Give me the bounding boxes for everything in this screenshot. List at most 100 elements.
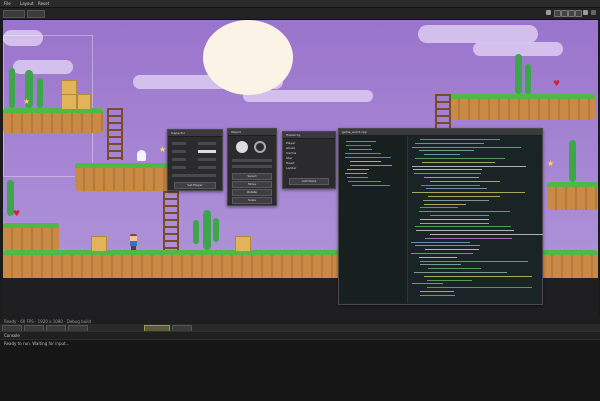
bottom-panel: Ready · 60 FPS · 1920 x 1080 · Debug bui… (0, 315, 600, 401)
crate (77, 94, 91, 110)
code-line (419, 256, 457, 258)
code-line (420, 264, 461, 266)
settings-icon[interactable] (583, 10, 588, 15)
brush-icon[interactable] (236, 141, 248, 153)
circle-icon[interactable] (254, 141, 266, 153)
code-line (415, 245, 480, 247)
code-line (420, 222, 489, 224)
star-icon: ★ (23, 97, 31, 106)
cactus (569, 140, 576, 182)
camera-icon[interactable] (575, 10, 582, 17)
menu-reset[interactable]: Reset (38, 0, 49, 7)
platform[interactable] (3, 223, 59, 251)
toolbar-field-2[interactable] (27, 10, 45, 18)
code-line (412, 192, 525, 194)
moon (203, 20, 293, 95)
code-line (349, 149, 372, 150)
code-line (419, 150, 474, 152)
code-line (412, 146, 521, 148)
code-line (424, 275, 532, 277)
hierarchy-item-ladder[interactable]: Ladder (286, 166, 296, 171)
console-area[interactable]: Console Ready to run. Waiting for input.… (0, 331, 600, 401)
code-line (424, 203, 466, 205)
play-icon[interactable] (546, 10, 551, 15)
platform[interactable] (450, 94, 595, 120)
code-line (347, 169, 369, 170)
code-line (428, 196, 500, 197)
code-line (424, 154, 460, 156)
code-line (422, 161, 495, 163)
hierarchy-panel[interactable]: Hierarchy Player Ghost Cactus Star Heart… (282, 131, 336, 189)
toolbar (0, 8, 600, 20)
code-line (420, 260, 528, 262)
code-line (420, 218, 489, 220)
select-button[interactable]: Select (232, 173, 272, 180)
star-icon: ★ (547, 159, 555, 168)
toolbar-field-1[interactable] (3, 10, 25, 18)
move-button[interactable]: Move (232, 181, 272, 188)
menu-file[interactable]: File (4, 0, 11, 7)
cactus (515, 54, 522, 94)
code-line (425, 249, 479, 251)
code-line (412, 283, 443, 285)
code-line (350, 165, 392, 166)
rotate-button[interactable]: Rotate (232, 189, 272, 196)
object-panel[interactable]: Object Select Move Rotate Scale (227, 128, 277, 206)
code-line (430, 234, 543, 235)
scale-button[interactable]: Scale (232, 197, 272, 204)
set-player-button[interactable]: Set Player (174, 182, 216, 189)
console-title: Console (0, 332, 600, 340)
code-line (415, 226, 511, 228)
cactus (203, 210, 211, 250)
cactus (9, 68, 15, 108)
code-line (426, 188, 487, 190)
ladder (107, 108, 123, 160)
add-node-button[interactable]: Add Node (289, 178, 329, 185)
cactus (193, 220, 199, 244)
code-line (411, 253, 473, 254)
platform[interactable] (75, 163, 170, 191)
close-icon[interactable] (591, 10, 596, 15)
crate (91, 236, 107, 252)
code-line (425, 237, 512, 239)
code-line (427, 287, 532, 289)
inspector-panel[interactable]: Inspector Set Player (167, 129, 223, 191)
bottom-tabs (0, 324, 600, 332)
code-line (430, 215, 489, 216)
ladder (163, 191, 179, 251)
snap-icon[interactable] (568, 10, 575, 17)
code-line (415, 142, 484, 144)
code-editor-title: game_world.cpp (339, 129, 542, 136)
code-line (350, 161, 381, 162)
code-line (345, 153, 381, 154)
cloud (418, 25, 538, 43)
code-line (412, 165, 526, 167)
platform[interactable] (3, 108, 103, 133)
zoom-icon[interactable] (561, 10, 568, 17)
platform[interactable] (547, 182, 598, 210)
code-line (420, 207, 458, 209)
code-line (345, 173, 367, 174)
cactus (213, 218, 219, 242)
grid-icon[interactable] (554, 10, 561, 17)
cactus (37, 78, 43, 108)
code-line (419, 211, 510, 213)
inspector-title: Inspector (168, 130, 222, 137)
code-line (420, 294, 455, 296)
menu-bar: File Layout Reset (0, 0, 600, 8)
player-character[interactable] (129, 234, 138, 250)
code-line (414, 173, 481, 175)
code-editor-panel[interactable]: game_world.cpp (338, 128, 543, 305)
code-line (347, 177, 368, 178)
ghost-enemy[interactable] (137, 150, 146, 161)
star-icon: ★ (159, 145, 167, 154)
game-viewport[interactable]: ★ ★ ♥ ♥ ★ Inspector Set Player Object Se… (3, 20, 598, 315)
code-line (421, 184, 480, 186)
hierarchy-title: Hierarchy (283, 132, 335, 139)
code-line (420, 139, 500, 140)
object-title: Object (228, 129, 276, 136)
menu-layout[interactable]: Layout (20, 0, 34, 7)
code-line (424, 177, 479, 178)
cactus (525, 64, 531, 94)
heart-icon: ♥ (13, 209, 21, 218)
